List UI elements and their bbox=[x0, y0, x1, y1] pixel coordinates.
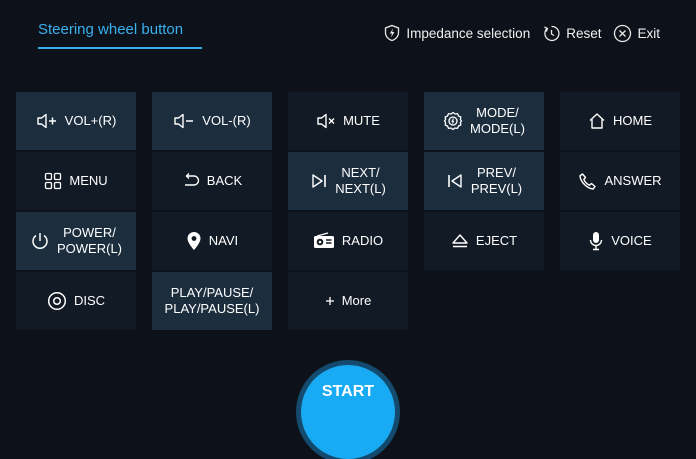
skip-next-icon bbox=[310, 172, 328, 190]
top-bar: Steering wheel button Impedance selectio… bbox=[0, 0, 696, 60]
button-next[interactable]: NEXT/ NEXT(L) bbox=[288, 152, 408, 210]
reset-button[interactable]: Reset bbox=[542, 24, 601, 43]
microphone-icon bbox=[588, 231, 604, 251]
shield-bolt-icon bbox=[383, 24, 401, 42]
button-label: POWER/ POWER(L) bbox=[57, 225, 122, 256]
button-label: More bbox=[341, 293, 372, 308]
button-label: MENU bbox=[69, 173, 108, 188]
button-label: ANSWER bbox=[604, 173, 662, 188]
close-circle-icon bbox=[613, 24, 632, 43]
button-label: PLAY/PAUSE/ PLAY/PAUSE(L) bbox=[164, 285, 260, 316]
button-label: HOME bbox=[613, 113, 652, 128]
mode-icon bbox=[443, 111, 463, 131]
button-radio[interactable]: RADIO bbox=[288, 212, 408, 270]
button-label: EJECT bbox=[475, 233, 518, 248]
button-voice[interactable]: VOICE bbox=[560, 212, 680, 270]
button-power[interactable]: POWER/ POWER(L) bbox=[16, 212, 136, 270]
back-arrow-icon bbox=[182, 172, 200, 190]
disc-icon bbox=[47, 291, 67, 311]
tab-steering-wheel-button[interactable]: Steering wheel button bbox=[38, 20, 202, 49]
phone-icon bbox=[578, 172, 597, 191]
button-back[interactable]: BACK bbox=[152, 152, 272, 210]
eject-icon bbox=[451, 232, 469, 250]
button-label: MUTE bbox=[343, 113, 380, 128]
button-answer[interactable]: ANSWER bbox=[560, 152, 680, 210]
button-vol-down[interactable]: VOL-(R) bbox=[152, 92, 272, 150]
home-icon bbox=[588, 112, 606, 130]
top-actions: Impedance selection Reset Exit bbox=[383, 22, 660, 44]
location-pin-icon bbox=[186, 231, 202, 251]
button-mute[interactable]: MUTE bbox=[288, 92, 408, 150]
start-button[interactable]: START bbox=[301, 365, 395, 459]
button-more[interactable]: More bbox=[288, 272, 408, 330]
button-label: RADIO bbox=[341, 233, 384, 248]
menu-grid-icon bbox=[44, 172, 62, 190]
button-vol-up[interactable]: VOL+(R) bbox=[16, 92, 136, 150]
mute-icon bbox=[316, 112, 336, 130]
reset-label: Reset bbox=[566, 25, 602, 41]
exit-button[interactable]: Exit bbox=[613, 24, 660, 43]
impedance-selection-button[interactable]: Impedance selection bbox=[383, 24, 530, 42]
button-label: NAVI bbox=[208, 233, 239, 248]
button-disc[interactable]: DISC bbox=[16, 272, 136, 330]
reset-icon bbox=[542, 24, 561, 43]
button-label: BACK bbox=[206, 173, 243, 188]
volume-up-icon bbox=[36, 112, 58, 130]
plus-icon bbox=[325, 296, 335, 306]
button-home[interactable]: HOME bbox=[560, 92, 680, 150]
button-label: NEXT/ NEXT(L) bbox=[335, 165, 386, 196]
button-play-pause[interactable]: PLAY/PAUSE/ PLAY/PAUSE(L) bbox=[152, 272, 272, 330]
radio-icon bbox=[313, 232, 335, 250]
button-label: DISC bbox=[73, 293, 106, 308]
button-label: VOICE bbox=[611, 233, 652, 248]
volume-down-icon bbox=[173, 112, 195, 130]
button-prev[interactable]: PREV/ PREV(L) bbox=[424, 152, 544, 210]
button-label: VOL+(R) bbox=[64, 113, 117, 128]
button-label: PREV/ PREV(L) bbox=[470, 165, 523, 196]
button-eject[interactable]: EJECT bbox=[424, 212, 544, 270]
power-icon bbox=[30, 231, 50, 251]
impedance-selection-label: Impedance selection bbox=[406, 25, 531, 41]
start-label: START bbox=[321, 383, 375, 400]
button-label: MODE/ MODE(L) bbox=[470, 105, 525, 136]
button-label: VOL-(R) bbox=[202, 113, 251, 128]
button-mode[interactable]: MODE/ MODE(L) bbox=[424, 92, 544, 150]
button-navi[interactable]: NAVI bbox=[152, 212, 272, 270]
steering-button-grid: VOL+(R) VOL-(R) MUTE MODE/ MODE(L) HOME … bbox=[16, 92, 680, 330]
skip-prev-icon bbox=[446, 172, 464, 190]
exit-label: Exit bbox=[637, 25, 660, 41]
button-menu[interactable]: MENU bbox=[16, 152, 136, 210]
